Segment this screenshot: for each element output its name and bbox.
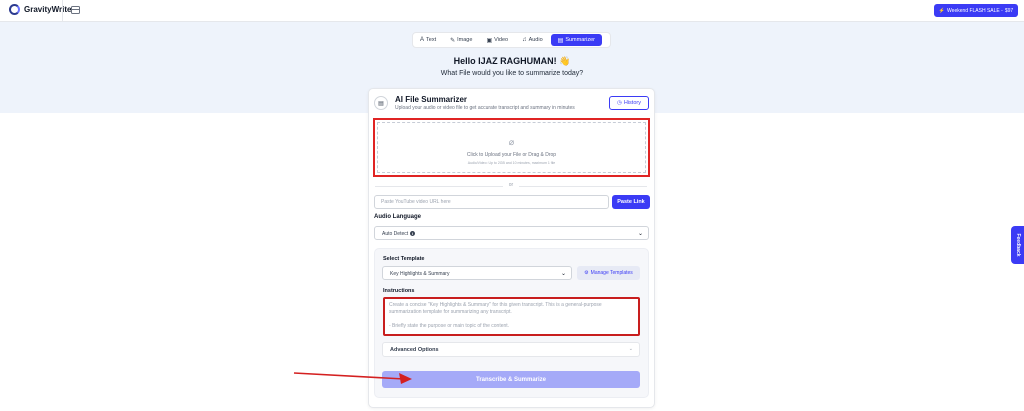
audio-language-select[interactable]: Auto Detect i ⌄: [374, 226, 649, 240]
tab-video[interactable]: ▣ Video: [480, 34, 514, 46]
flash-sale-label: Weekend FLASH SALE -: [947, 7, 1003, 14]
card-title: AI File Summarizer: [395, 95, 468, 104]
feedback-label: Feedback: [1014, 233, 1021, 257]
upload-text: Click to Upload your File or Drag & Drop: [466, 152, 557, 158]
instructions-line: - Briefly state the purpose or main topi…: [389, 323, 510, 329]
greeting-subtitle: What File would you like to summarize to…: [440, 70, 584, 77]
image-icon: ✎: [450, 37, 456, 44]
feedback-tab[interactable]: Feedback: [1011, 226, 1024, 264]
mode-tabs: A Text ✎ Image ▣ Video ♫ Audio ▤ Summarizer: [412, 32, 611, 48]
paste-link-button[interactable]: Paste Link: [612, 195, 650, 209]
video-icon: ▣: [486, 37, 493, 44]
greeting-heading: Hello IJAZ RAGHUMAN! 👋: [453, 56, 571, 66]
advanced-options-label: Advanced Options: [390, 347, 439, 353]
history-button[interactable]: ◷ History: [609, 96, 649, 110]
dropzone-inner: ⌀ Click to Upload your File or Drag & Dr…: [377, 122, 646, 173]
tab-image[interactable]: ✎ Image: [444, 34, 478, 46]
annotation-arrow: [293, 372, 412, 384]
template-value: Key Highlights & Summary: [390, 270, 450, 277]
audio-icon: ♫: [522, 37, 527, 43]
info-icon[interactable]: i: [410, 231, 415, 236]
topbar-divider: [62, 0, 63, 22]
youtube-url-input[interactable]: [374, 195, 609, 209]
upload-dropzone[interactable]: ⌀ Click to Upload your File or Drag & Dr…: [373, 118, 650, 177]
chevron-down-icon: ⌄: [637, 231, 643, 237]
tab-text[interactable]: A Text: [414, 34, 442, 46]
history-icon: ◷: [617, 100, 622, 106]
instructions-line: Create a concise "Key Highlights & Summa…: [389, 302, 602, 315]
app-name: GravityWrite: [24, 5, 72, 14]
manage-templates-button[interactable]: ⚙ Manage Templates: [577, 266, 640, 280]
logo-icon: [9, 4, 20, 15]
audio-language-label: Audio Language: [374, 214, 421, 220]
flash-sale-price: $97: [1004, 7, 1014, 14]
bolt-icon: ⚡: [938, 7, 946, 14]
document-icon: ▤: [374, 96, 388, 110]
tab-summarizer[interactable]: ▤ Summarizer: [550, 34, 602, 46]
paperclip-icon: ⌀: [508, 137, 515, 147]
upload-note: Audio/Video: Up to 2GB and 10 minutes, m…: [467, 161, 556, 165]
template-select[interactable]: Key Highlights & Summary ⌄: [382, 266, 572, 280]
flash-sale-button[interactable]: ⚡ Weekend FLASH SALE - $97: [934, 4, 1018, 17]
select-template-label: Select Template: [383, 256, 425, 262]
instructions-textarea[interactable]: Create a concise "Key Highlights & Summa…: [383, 297, 640, 336]
chevron-down-icon: ⌄: [628, 346, 633, 352]
audio-language-value: Auto Detect: [382, 230, 409, 237]
sidebar-toggle-icon[interactable]: [71, 6, 80, 14]
card-subtitle: Upload your audio or video file to get a…: [395, 105, 575, 111]
advanced-options-toggle[interactable]: Advanced Options ⌄: [382, 342, 640, 357]
document-icon: ▤: [557, 37, 564, 44]
tab-audio[interactable]: ♫ Audio: [516, 34, 549, 46]
top-bar: GravityWrite ⚡ Weekend FLASH SALE - $97: [0, 0, 1024, 22]
or-label: or: [503, 182, 519, 188]
gear-icon: ⚙: [584, 270, 589, 276]
instructions-label: Instructions: [383, 288, 415, 294]
text-icon: A: [420, 37, 425, 43]
chevron-down-icon: ⌄: [560, 271, 566, 277]
